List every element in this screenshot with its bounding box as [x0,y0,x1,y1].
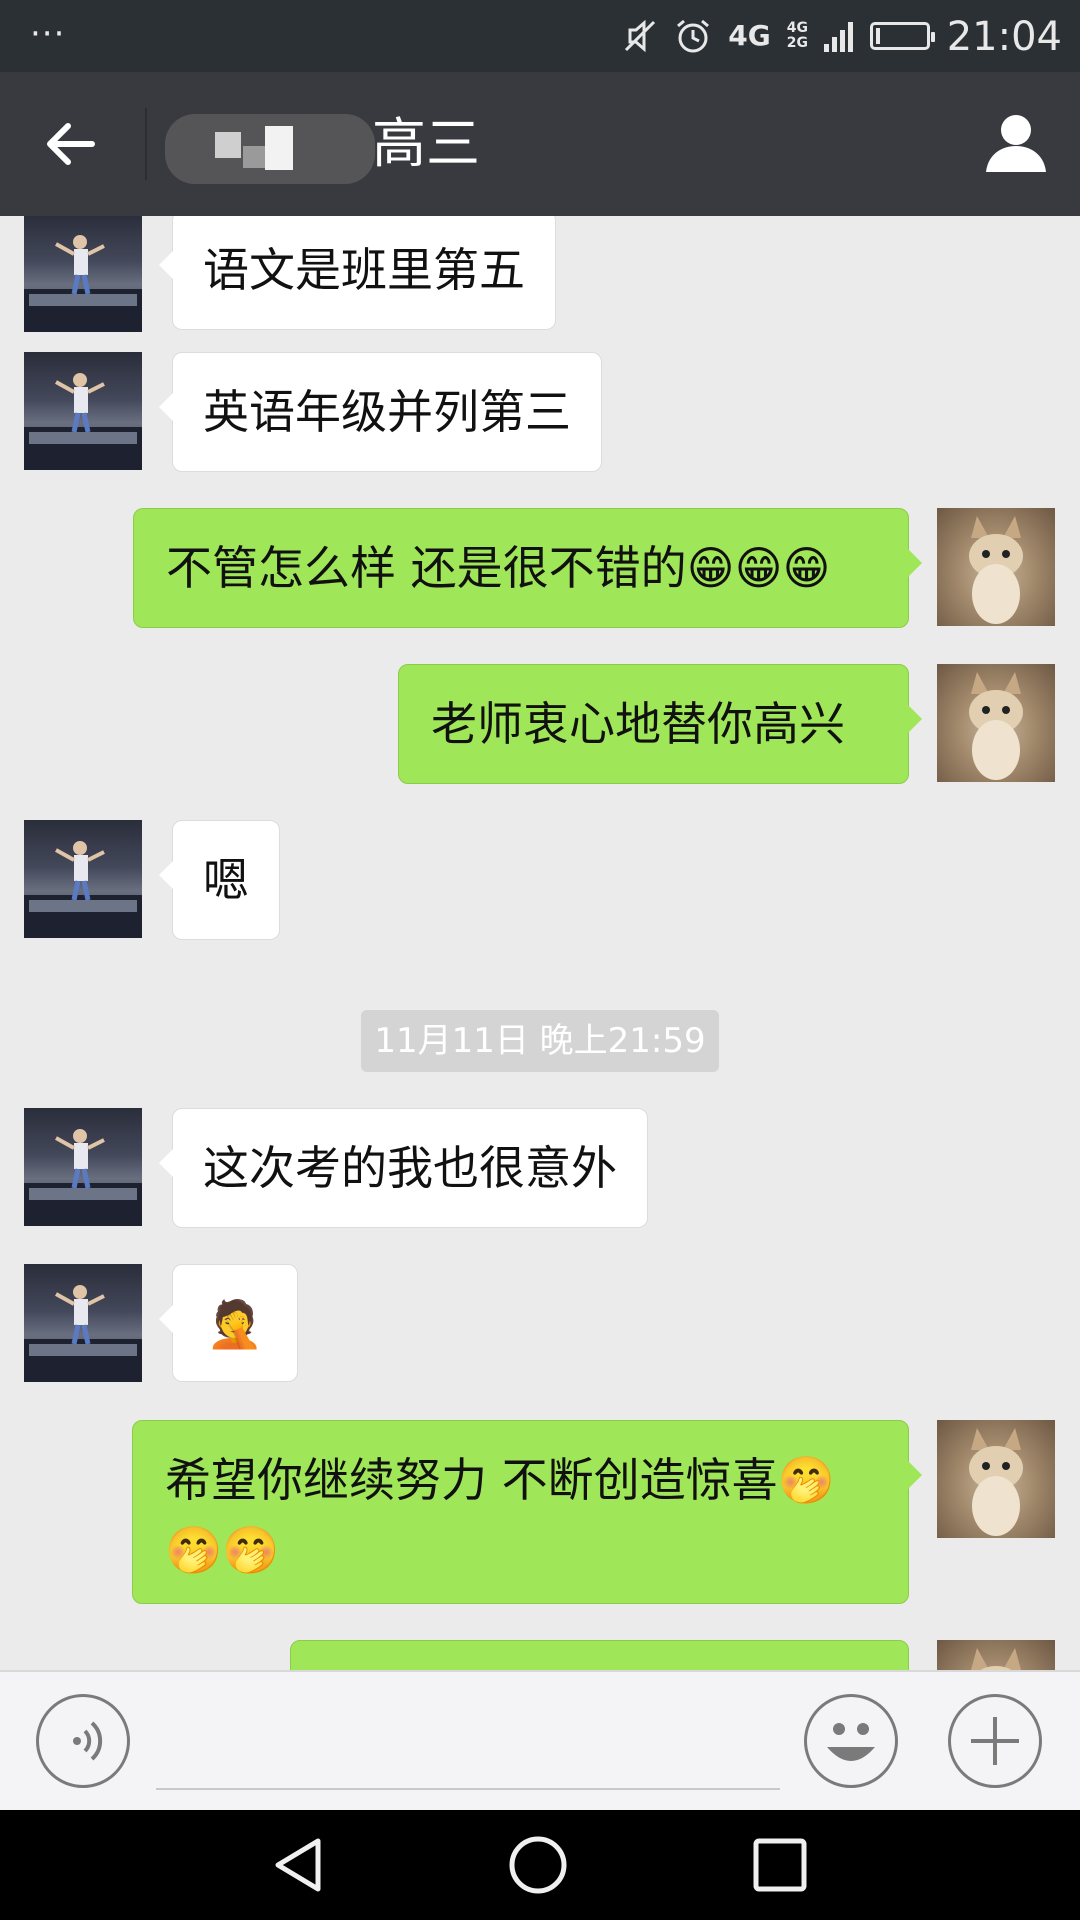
more-button[interactable] [948,1694,1042,1788]
contact-avatar[interactable] [24,1264,142,1382]
system-nav-bar [0,1810,1080,1920]
facepalm-emoji: 🤦 [206,1297,264,1351]
message-text: 希望你继续努力 不断创造惊喜🤭🤭🤭 [165,1453,835,1577]
voice-button[interactable] [36,1694,130,1788]
voice-icon [73,1721,103,1761]
network-secondary-top: 4G [786,20,808,36]
my-avatar[interactable] [937,1420,1055,1538]
message-text: 英语年级并列第三 [203,385,571,439]
person-icon[interactable] [982,110,1050,178]
clock: 21:04 [946,14,1062,60]
message-bubble-received[interactable]: 这次考的我也很意外 [159,1108,648,1228]
chat-header: 高三 [0,72,1080,216]
home-circle-icon[interactable] [508,1835,568,1895]
contact-avatar[interactable] [24,820,142,938]
overflow-dots: ··· [30,14,66,54]
recents-square-icon[interactable] [750,1835,810,1895]
network-4g-label: 4G [728,19,771,52]
message-text: 老师衷心地替你高兴 [431,697,845,751]
signal-icon [824,22,853,52]
message-text: 这次考的我也很意外 [203,1141,617,1195]
back-triangle-icon[interactable] [270,1835,330,1895]
emoji-button[interactable] [804,1694,898,1788]
network-secondary: 4G 2G [787,21,808,51]
network-secondary-bottom: 2G [786,35,808,51]
my-avatar[interactable] [937,664,1055,782]
header-divider [145,108,147,180]
message-bubble-received[interactable]: 🤦 [159,1264,298,1382]
my-avatar[interactable] [937,508,1055,626]
message-bubble-sent[interactable]: 不管怎么样 还是很不错的😁😁😁 [133,508,922,628]
contact-avatar[interactable] [24,352,142,470]
my-avatar[interactable] [937,1640,1055,1670]
message-text: 嗯 [203,853,249,907]
message-list[interactable]: 语文是班里第五 英语年级并列第三 不管怎么样 还是很不错的😁😁😁 老师衷心地替你… [0,216,1080,1670]
status-bar: ··· 4G 4G 2G 21:04 [0,0,1080,72]
message-text: 语文是班里第五 [203,243,525,297]
alarm-icon [677,19,710,53]
plus-icon [971,1717,1019,1765]
message-bubble-sent[interactable]: 老师衷心地替你高兴 [398,664,922,784]
message-input[interactable] [156,1788,780,1790]
redacted-name [165,114,375,184]
message-timestamp: 11月11日 晚上21:59 [361,1010,719,1072]
message-text: 不管怎么样 还是很不错的😁😁😁 [166,541,831,595]
mute-icon [625,19,656,53]
message-bubble-sent[interactable] [290,1640,909,1670]
chat-title[interactable]: 高三 [372,108,480,180]
smiley-icon [827,1723,875,1761]
contact-avatar[interactable] [24,216,142,332]
input-bar [0,1670,1080,1810]
message-bubble-received[interactable]: 语文是班里第五 [159,216,556,330]
battery-icon [870,22,935,50]
message-bubble-received[interactable]: 嗯 [159,820,280,940]
status-icons: 4G 4G 2G [622,14,935,58]
contact-avatar[interactable] [24,1108,142,1226]
message-bubble-sent[interactable]: 希望你继续努力 不断创造惊喜🤭🤭🤭 [132,1420,922,1604]
arrow-left-icon[interactable] [40,112,104,176]
message-bubble-received[interactable]: 英语年级并列第三 [159,352,602,472]
